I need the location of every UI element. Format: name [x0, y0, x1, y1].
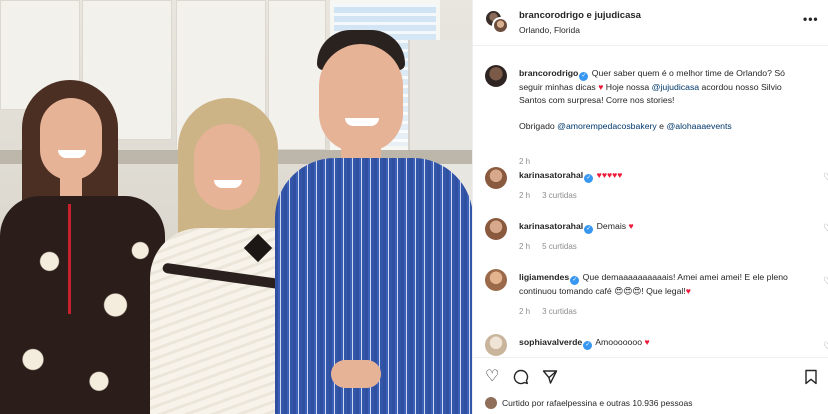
caption-username[interactable]: brancorodrigo — [519, 68, 578, 78]
avatar[interactable] — [485, 218, 507, 240]
comment-text: ♥♥♥♥♥ — [596, 170, 623, 180]
comment-meta: 2 h 3 curtidas — [519, 307, 589, 316]
mention-link[interactable]: @jujudicasa — [652, 82, 699, 92]
comment-likes[interactable]: 3 curtidas — [542, 191, 577, 200]
timestamp: 2 h — [519, 307, 531, 316]
avatar[interactable] — [485, 269, 507, 291]
comment-username[interactable]: karinasatorahal — [519, 221, 583, 231]
person-left — [0, 80, 165, 414]
verified-badge-icon: ✓ — [584, 225, 594, 234]
caption-meta: 2 h — [519, 157, 542, 166]
share-icon[interactable] — [542, 369, 558, 389]
more-horizontal-icon[interactable]: ••• — [803, 12, 819, 26]
comment-username[interactable]: sophiavalverde — [519, 337, 582, 347]
caption-text: e — [656, 121, 667, 131]
comment-meta: 2 h 3 curtidas — [519, 191, 601, 200]
post-authors[interactable]: brancorodrigo e jujudicasa — [519, 10, 641, 21]
heart-emoji-icon: ♥ — [685, 286, 691, 296]
emoji: 😍😍😍 — [614, 286, 642, 296]
comment-meta: 2 h 5 curtidas — [519, 242, 589, 251]
post-actions: ♡ — [473, 357, 828, 397]
avatar[interactable] — [485, 334, 507, 356]
comment-icon[interactable] — [513, 369, 529, 389]
timestamp: 2 h — [519, 157, 531, 166]
bookmark-icon[interactable] — [804, 369, 818, 389]
heart-emoji-icon: ♥ — [644, 337, 650, 347]
heart-icon[interactable]: ♡ — [823, 342, 828, 352]
heart-icon[interactable]: ♡ — [823, 173, 828, 183]
liked-by-user[interactable]: rafaelpessina — [546, 398, 597, 408]
timestamp: 2 h — [519, 191, 531, 200]
caption-text: Hoje nossa — [603, 82, 652, 92]
mention-link[interactable]: @amorempedacosbakery — [557, 121, 657, 131]
comment-likes[interactable]: 5 curtidas — [542, 242, 577, 251]
liked-by-prefix: Curtido por — [502, 398, 547, 408]
person-right — [275, 30, 472, 414]
mention-link[interactable]: @alohaaaevents — [666, 121, 731, 131]
verified-badge-icon: ✓ — [579, 72, 589, 81]
comments-scroll[interactable]: brancorodrigo ✓ Quer saber quem é o melho… — [473, 47, 828, 357]
comment-text: ! Que legal! — [641, 286, 686, 296]
post-location[interactable]: Orlando, Florida — [519, 25, 580, 35]
heart-icon[interactable]: ♡ — [485, 369, 499, 385]
post-header: brancorodrigo e jujudicasa Orlando, Flor… — [473, 0, 828, 46]
avatar[interactable] — [485, 167, 507, 189]
comment-likes[interactable]: 3 curtidas — [542, 307, 577, 316]
comment-username[interactable]: ligiamendes — [519, 272, 569, 282]
avatar — [492, 17, 509, 34]
avatar — [485, 397, 497, 409]
comment-username[interactable]: karinasatorahal — [519, 170, 583, 180]
liked-by[interactable]: Curtido por rafaelpessina e outras 10.93… — [485, 397, 692, 409]
collab-avatars[interactable] — [485, 10, 509, 34]
liked-by-suffix: e outras 10.936 pessoas — [596, 398, 693, 408]
heart-icon[interactable]: ♡ — [823, 277, 828, 287]
comment-text: Amooooooo — [595, 337, 643, 347]
verified-badge-icon: ✓ — [570, 276, 580, 285]
comment-text: Demais — [596, 221, 627, 231]
timestamp: 2 h — [519, 242, 531, 251]
caption-text: Obrigado — [519, 121, 558, 131]
post-photo[interactable] — [0, 0, 472, 414]
heart-icon[interactable]: ♡ — [823, 224, 828, 234]
verified-badge-icon: ✓ — [584, 174, 594, 183]
heart-emoji-icon: ♥ — [628, 221, 634, 231]
avatar[interactable] — [485, 65, 507, 87]
post-detail-panel: brancorodrigo e jujudicasa Orlando, Flor… — [472, 0, 828, 414]
verified-badge-icon: ✓ — [583, 341, 593, 350]
